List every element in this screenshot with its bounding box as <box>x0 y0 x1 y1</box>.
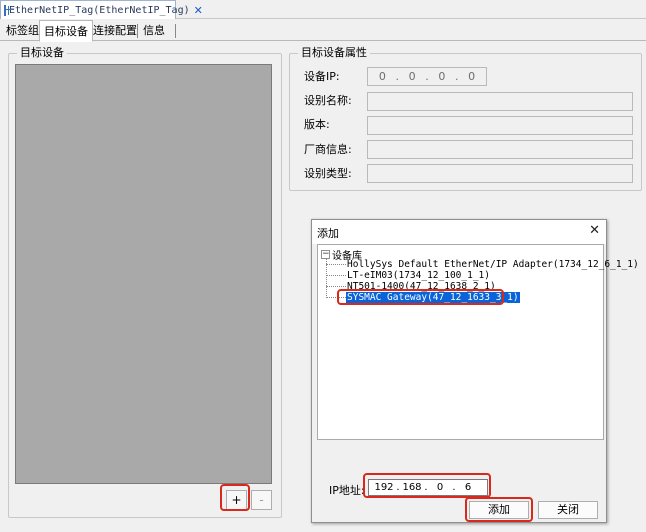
ip-octet: 0 <box>468 70 476 83</box>
tree-connector <box>326 297 346 298</box>
device-name-field[interactable] <box>367 92 633 111</box>
ip-address-input[interactable]: 192 . 168 . 0 . 6 <box>368 479 488 496</box>
vendor-label: 厂商信息: <box>304 143 352 156</box>
device-type-field[interactable] <box>367 164 633 183</box>
ip-address-label: IP地址: <box>329 484 365 497</box>
remove-device-button[interactable]: - <box>251 490 272 510</box>
ip-dot: . <box>455 70 459 83</box>
add-device-dialog: 添加 ✕ − 设备库 HollySys Default EtherNet/IP … <box>311 219 639 523</box>
ip-dot: . <box>425 70 429 83</box>
add-button[interactable]: 添加 <box>469 501 529 519</box>
tab-info[interactable]: 信息 <box>139 21 169 41</box>
device-ip-label: 设备IP: <box>304 70 340 83</box>
tree-item[interactable]: HollySys Default EtherNet/IP Adapter(173… <box>347 259 639 270</box>
tab-connection-config[interactable]: 连接配置 <box>89 21 141 41</box>
tree-item[interactable]: NT501-1400(47_12_1638_2_1) <box>347 281 496 292</box>
sub-tab-bar: 标签组 目标设备 连接配置 信息 <box>0 20 646 42</box>
close-icon[interactable]: ✕ <box>194 4 203 17</box>
version-field[interactable] <box>367 116 633 135</box>
ip-octet: 0 <box>378 70 386 83</box>
version-label: 版本: <box>304 118 330 131</box>
dialog-title-bar: 添加 ✕ <box>312 220 606 244</box>
tab-separator <box>137 24 138 38</box>
device-type-label: 设别类型: <box>304 167 352 180</box>
tree-connector <box>326 264 346 265</box>
tree-item[interactable]: LT-eIM03(1734_12_100_1_1) <box>347 270 490 281</box>
ip-octet[interactable]: 0 <box>429 482 451 493</box>
dialog-title: 添加 <box>317 227 339 240</box>
tab-separator <box>175 24 176 38</box>
device-ip-field[interactable]: 0 . 0 . 0 . 0 <box>367 67 487 86</box>
tab-tag-group[interactable]: 标签组 <box>2 21 43 41</box>
document-tab[interactable]: EtherNetIP_Tag(EtherNetIP_Tag) ✕ <box>0 0 203 19</box>
table-icon <box>4 4 14 16</box>
tree-item-selected[interactable]: SYSMAC Gateway(47_12_1633_3_1) <box>346 292 520 303</box>
device-properties-group-label: 目标设备属性 <box>298 46 370 60</box>
ip-dot: . <box>395 70 399 83</box>
tab-target-devices[interactable]: 目标设备 <box>39 20 93 42</box>
document-tab-strip: EtherNetIP_Tag(EtherNetIP_Tag) ✕ <box>0 0 646 19</box>
target-device-list[interactable] <box>15 64 272 484</box>
add-device-button[interactable]: + <box>226 490 247 510</box>
close-button[interactable]: 关闭 <box>538 501 598 519</box>
ip-octet[interactable]: 6 <box>457 482 479 493</box>
device-name-label: 设别名称: <box>304 94 352 107</box>
ip-octet: 0 <box>438 70 446 83</box>
ip-octet[interactable]: 168 <box>401 482 423 493</box>
tree-connector <box>326 275 346 276</box>
ip-octet[interactable]: 192 <box>373 482 395 493</box>
document-tab-title: EtherNetIP_Tag(EtherNetIP_Tag) <box>9 4 190 16</box>
close-icon[interactable]: ✕ <box>589 223 600 238</box>
tree-connector <box>326 286 346 287</box>
device-library-tree[interactable]: − 设备库 HollySys Default EtherNet/IP Adapt… <box>317 244 639 440</box>
target-devices-group-label: 目标设备 <box>17 46 67 60</box>
ip-octet: 0 <box>408 70 416 83</box>
vendor-field[interactable] <box>367 140 633 159</box>
